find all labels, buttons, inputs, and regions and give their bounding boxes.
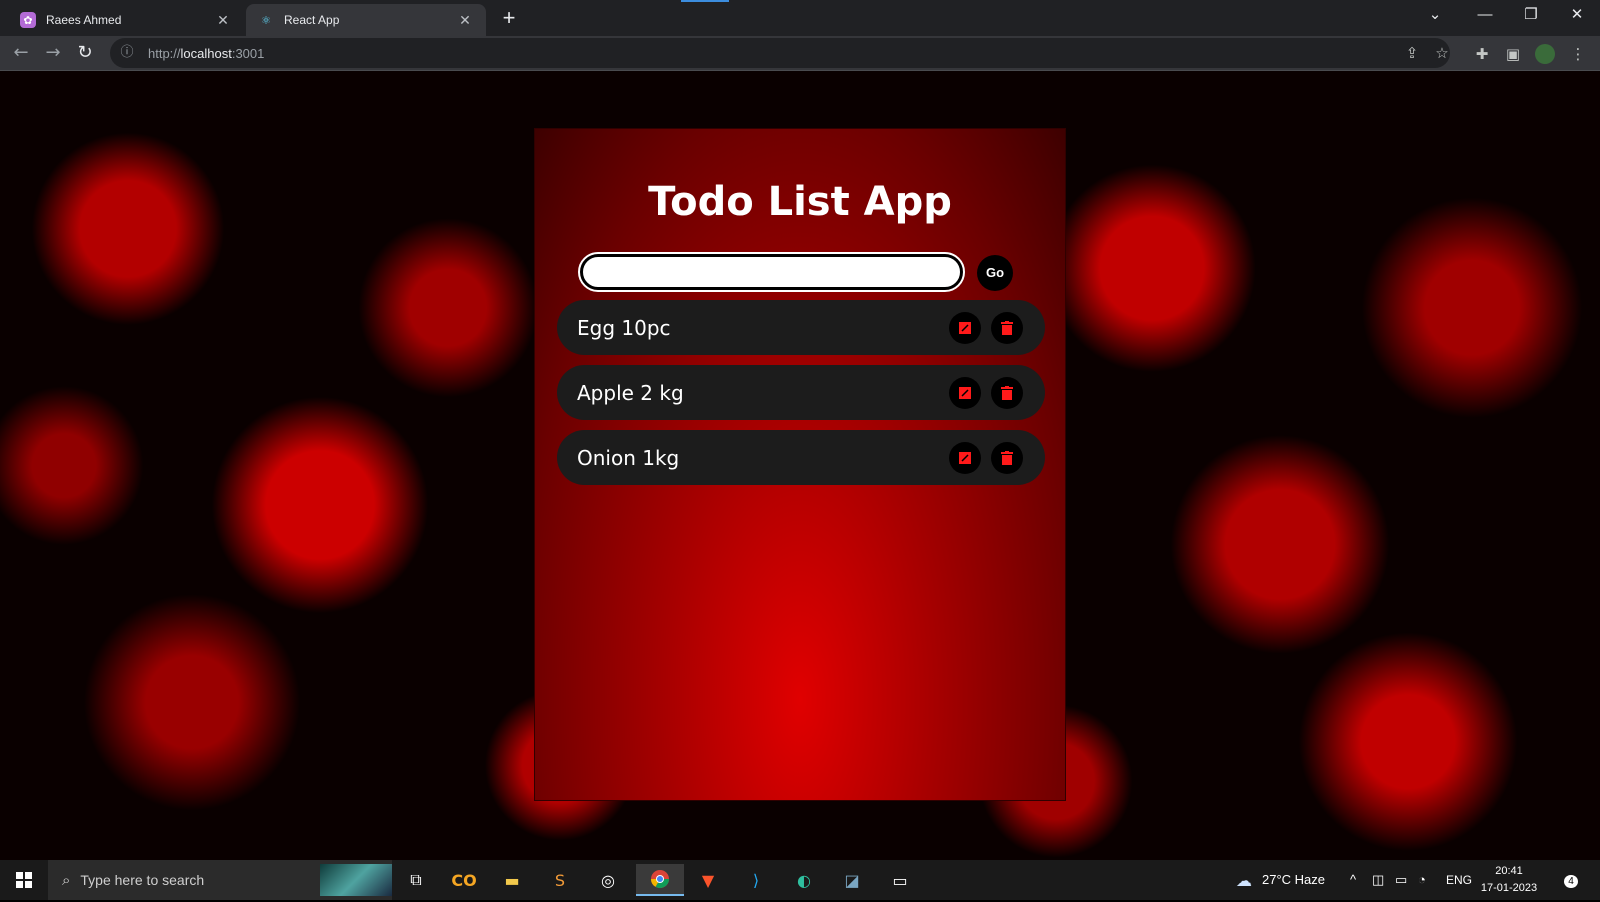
meet-now-icon[interactable]: ◫	[1372, 860, 1384, 900]
search-highlight-image	[320, 864, 392, 896]
search-placeholder: Type here to search	[80, 872, 205, 888]
battery-icon[interactable]: ▭	[1395, 860, 1407, 900]
language-indicator[interactable]: ENG	[1446, 860, 1472, 900]
url-text: http://localhost:3001	[148, 45, 265, 61]
edit-icon	[959, 321, 971, 334]
menu-kebab-icon[interactable]: ⋮	[1568, 44, 1588, 64]
notification-count-badge: 4	[1564, 875, 1578, 888]
close-window-button[interactable]: ✕	[1554, 0, 1600, 32]
file-explorer-icon[interactable]: ▬	[492, 864, 532, 896]
todo-input[interactable]	[578, 252, 965, 292]
react-favicon-icon: ⚛	[261, 14, 271, 27]
tab-raees-ahmed[interactable]: ✿ Raees Ahmed ✕	[8, 4, 244, 36]
notification-center-icon[interactable]: 4	[1556, 860, 1586, 900]
mysql-workbench-icon[interactable]: ◪	[832, 864, 872, 896]
windows-taskbar: ⌕ Type here to search ⧉ CO ▬ S ◎ ▼ ⟩ ◐ ◪…	[0, 860, 1600, 900]
tab-title: Raees Ahmed	[46, 13, 122, 27]
search-icon: ⌕	[62, 871, 71, 889]
terminal-icon[interactable]: ▭	[880, 864, 920, 896]
sublime-text-icon[interactable]: S	[540, 864, 580, 896]
trash-icon	[1001, 320, 1013, 335]
trash-icon	[1001, 385, 1013, 400]
clock-date: 17-01-2023	[1480, 882, 1538, 894]
new-tab-button[interactable]: +	[496, 6, 522, 32]
delete-button[interactable]	[991, 376, 1023, 409]
task-view-icon[interactable]: ⧉	[396, 864, 436, 896]
edit-icon	[959, 451, 971, 464]
delete-button[interactable]	[991, 441, 1023, 474]
page-background: Todo List App Go Egg 10pc Apple 2 kg Oni…	[0, 71, 1600, 860]
edge-icon[interactable]: ◐	[784, 864, 824, 896]
tab-close-icon[interactable]: ✕	[456, 12, 474, 29]
address-bar[interactable]: ⓘ http://localhost:3001 ⇪ ☆	[110, 38, 1450, 68]
todo-text: Egg 10pc	[577, 315, 671, 340]
extensions-icon[interactable]: ✚	[1472, 44, 1492, 64]
browser-titlebar: ✿ Raees Ahmed ✕ ⚛ React App ✕ + ⌄ — ❐ ✕	[0, 0, 1600, 36]
todo-item: Egg 10pc	[557, 300, 1045, 355]
profile-avatar[interactable]	[1535, 44, 1555, 64]
restore-button[interactable]: ❐	[1508, 0, 1554, 32]
edit-button[interactable]	[949, 311, 981, 344]
vscode-icon[interactable]: ⟩	[736, 864, 776, 896]
profile-favicon-icon: ✿	[20, 12, 36, 28]
bookmark-star-icon[interactable]: ☆	[1432, 43, 1452, 63]
clock[interactable]: 20:41 17-01-2023	[1476, 863, 1542, 897]
weather-cloud-icon[interactable]: ☁	[1224, 864, 1264, 896]
forward-arrow-icon[interactable]: →	[40, 40, 66, 66]
todo-text: Onion 1kg	[577, 445, 680, 470]
clock-time: 20:41	[1495, 865, 1523, 877]
edit-icon	[959, 386, 971, 399]
browser-toolbar: ← → ↻ ⓘ http://localhost:3001 ⇪ ☆ ✚ ▣ ⋮	[0, 36, 1600, 71]
brave-icon[interactable]: ▼	[688, 864, 728, 896]
todo-item: Apple 2 kg	[557, 365, 1045, 420]
todo-text: Apple 2 kg	[577, 380, 684, 405]
delete-button[interactable]	[991, 311, 1023, 344]
share-icon[interactable]: ⇪	[1402, 43, 1422, 63]
go-button[interactable]: Go	[977, 255, 1013, 291]
obs-icon[interactable]: ◎	[588, 864, 628, 896]
weather-text[interactable]: 27°C Haze	[1262, 860, 1325, 900]
minimize-button[interactable]: —	[1462, 0, 1508, 32]
copilot-co-icon[interactable]: CO	[444, 864, 484, 896]
todo-card: Todo List App Go Egg 10pc Apple 2 kg Oni…	[534, 128, 1066, 801]
reload-icon[interactable]: ↻	[72, 40, 98, 66]
tab-search-chevron-icon[interactable]: ⌄	[1412, 0, 1458, 32]
window-accent-line	[681, 0, 729, 2]
side-panel-icon[interactable]: ▣	[1503, 44, 1523, 64]
chrome-icon[interactable]	[636, 864, 684, 896]
site-info-icon[interactable]: ⓘ	[118, 44, 136, 62]
edit-button[interactable]	[949, 376, 981, 409]
todo-item: Onion 1kg	[557, 430, 1045, 485]
tab-close-icon[interactable]: ✕	[214, 12, 232, 29]
tray-chevron-up-icon[interactable]: ^	[1350, 860, 1356, 900]
wifi-icon[interactable]: ◔	[1418, 860, 1426, 900]
tab-title: React App	[284, 13, 340, 27]
edit-button[interactable]	[949, 441, 981, 474]
tab-react-app[interactable]: ⚛ React App ✕	[246, 4, 486, 36]
trash-icon	[1001, 450, 1013, 465]
app-title: Todo List App	[648, 179, 952, 225]
back-arrow-icon[interactable]: ←	[8, 40, 34, 66]
windows-start-icon[interactable]	[4, 864, 44, 896]
